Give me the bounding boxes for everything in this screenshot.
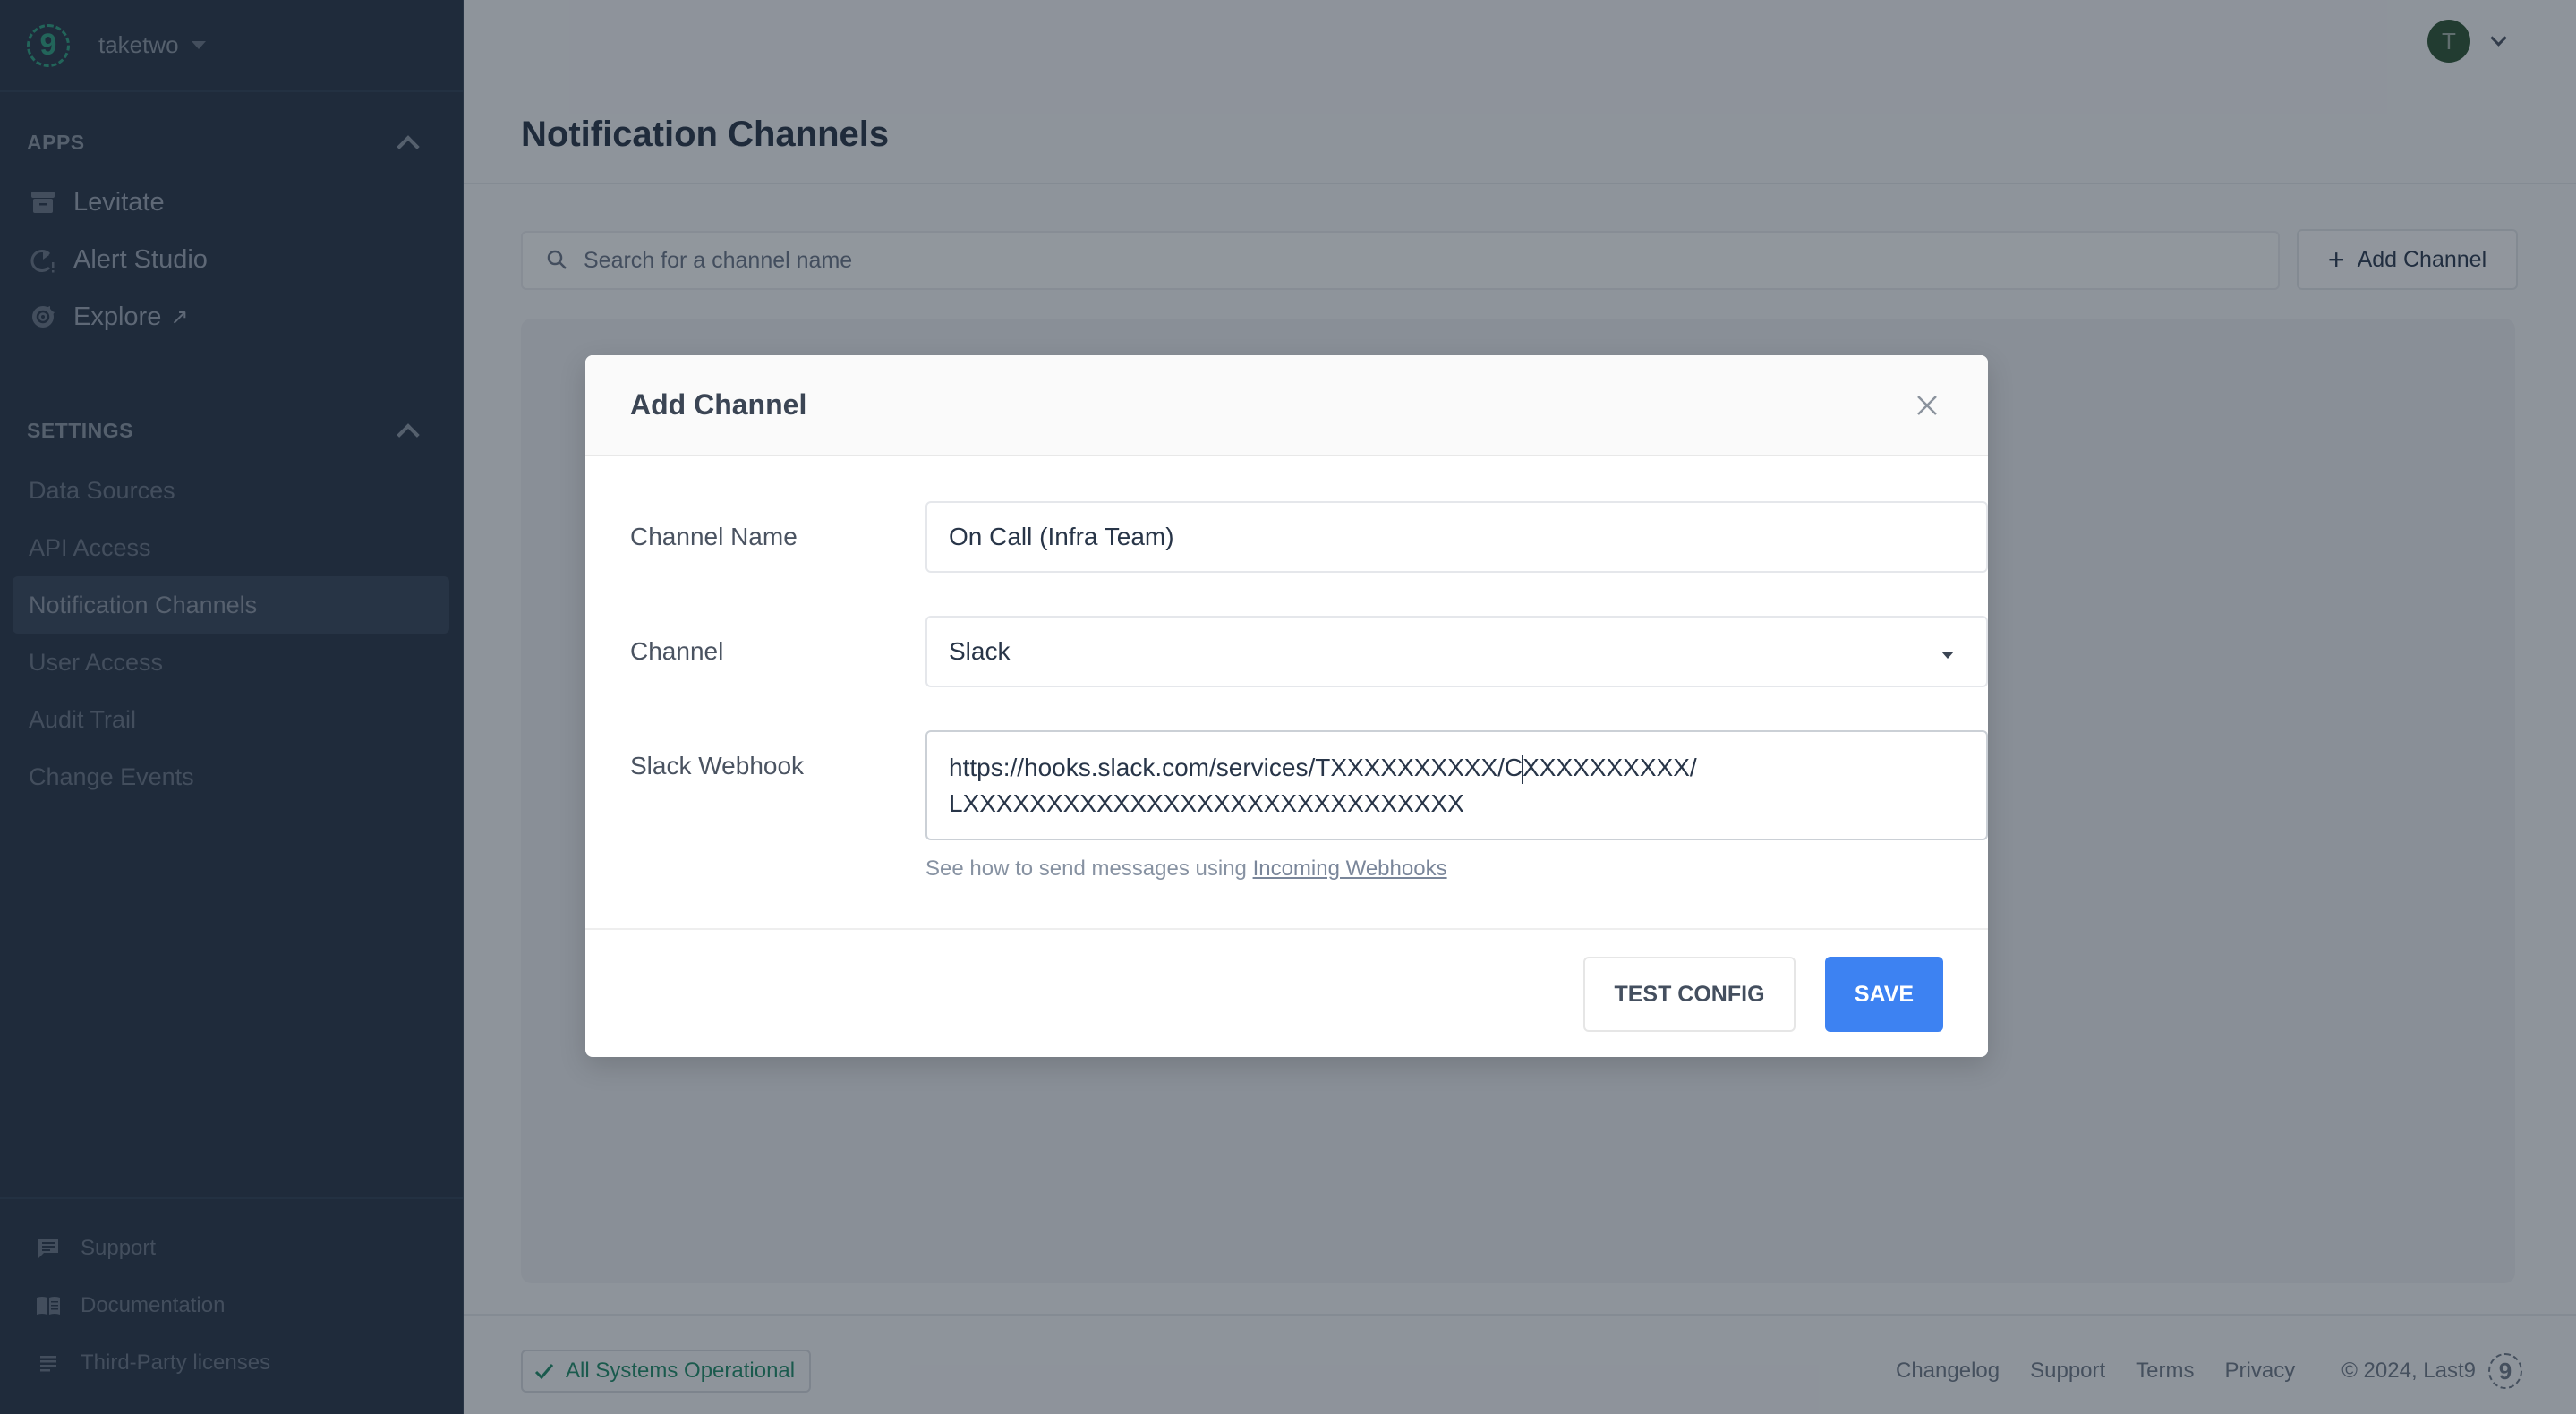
add-channel-modal: Add Channel Channel Name On Call (Infra … [585,355,1988,1057]
channel-type-row: Channel Slack [630,616,1988,687]
slack-webhook-textarea[interactable]: https://hooks.slack.com/services/TXXXXXX… [925,730,1988,840]
helper-text: See how to send messages using [925,856,1253,881]
channel-name-label: Channel Name [630,523,798,550]
slack-webhook-label: Slack Webhook [630,752,805,779]
close-icon [1917,395,1937,415]
close-button[interactable] [1911,389,1943,422]
modal-footer: TEST CONFIG SAVE [585,928,1988,1057]
channel-label: Channel [630,637,724,665]
webhook-text: https://hooks.slack.com/services/TXXXXXX… [949,754,1523,781]
test-config-button[interactable]: TEST CONFIG [1583,957,1796,1032]
caret-down-icon [1941,652,1954,659]
slack-webhook-row: Slack Webhook https://hooks.slack.com/se… [630,730,1988,840]
channel-name-value: On Call (Infra Team) [949,523,1174,550]
modal-title: Add Channel [630,388,807,421]
webhook-helper-text: See how to send messages using Incoming … [925,856,1447,882]
modal-header: Add Channel [585,355,1988,456]
webhook-text: XXXXXXXXXX/ [1523,754,1697,781]
channel-name-row: Channel Name On Call (Infra Team) [630,501,1988,573]
channel-select-value: Slack [949,637,1011,665]
channel-name-input[interactable]: On Call (Infra Team) [925,501,1988,573]
webhook-line-1: https://hooks.slack.com/services/TXXXXXX… [949,750,1697,786]
webhook-line-2: LXXXXXXXXXXXXXXXXXXXXXXXXXXXXXX [949,789,1464,817]
incoming-webhooks-link[interactable]: Incoming Webhooks [1253,856,1447,881]
save-button[interactable]: SAVE [1825,957,1943,1032]
channel-select[interactable]: Slack [925,616,1988,687]
